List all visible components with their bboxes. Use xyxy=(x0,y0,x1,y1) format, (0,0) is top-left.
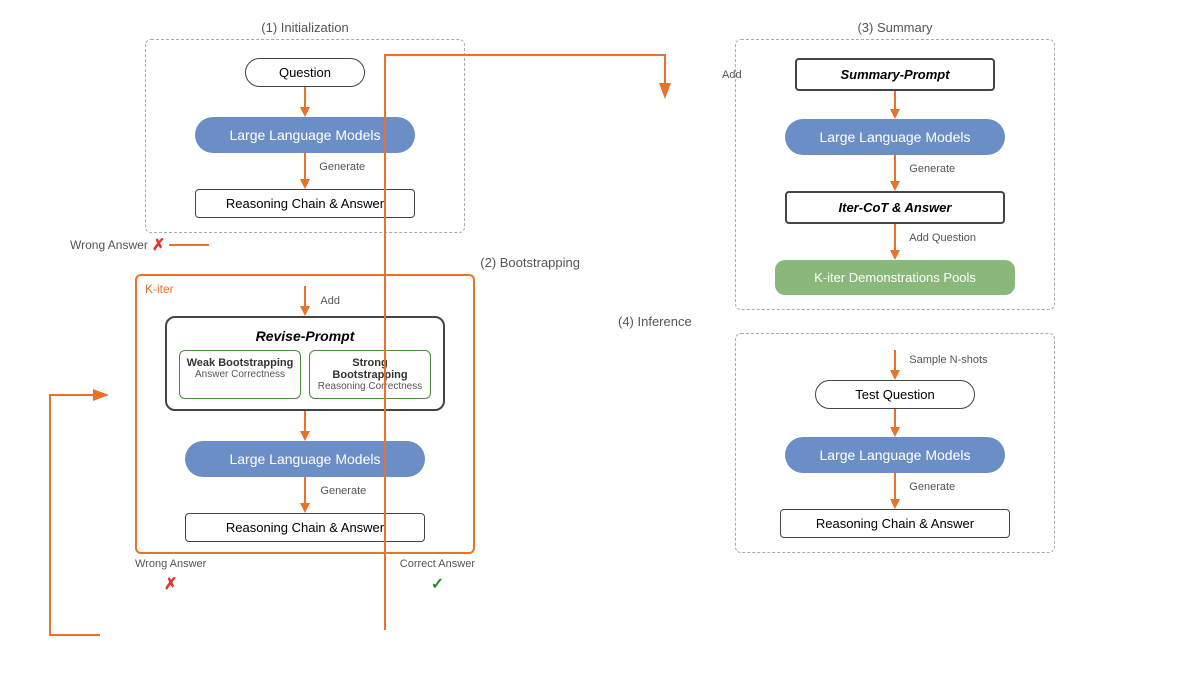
section4-label: (4) Inference xyxy=(618,314,692,329)
wrong-answer-label-2: Wrong Answer xyxy=(135,558,206,570)
revise-prompt-node: Revise-Prompt Weak Bootstrapping Answer … xyxy=(165,316,445,411)
section2-label: (2) Bootstrapping xyxy=(480,255,580,270)
output-node-2: Reasoning Chain & Answer xyxy=(185,513,425,542)
llm-node-2: Large Language Models xyxy=(185,441,425,477)
add-question-label: Add Question xyxy=(909,232,976,244)
add-label-2: Add xyxy=(320,295,340,307)
output-node-4: Reasoning Chain & Answer xyxy=(780,509,1010,538)
add-label-3: Add xyxy=(722,69,742,81)
question-node: Question xyxy=(245,58,365,87)
generate-label-2: Generate xyxy=(320,485,366,497)
weak-bootstrapping-node: Weak Bootstrapping Answer Correctness xyxy=(179,350,301,399)
test-question-node: Test Question xyxy=(815,380,975,409)
llm-node-4: Large Language Models xyxy=(785,437,1005,473)
correct-answer-label: Correct Answer xyxy=(400,558,475,570)
generate-label-4: Generate xyxy=(909,481,955,493)
llm-node-3: Large Language Models xyxy=(785,119,1005,155)
iter-cot-node: Iter-CoT & Answer xyxy=(785,191,1005,224)
output-node-1: Reasoning Chain & Answer xyxy=(195,189,415,218)
summary-prompt-node: Summary-Prompt xyxy=(795,58,995,91)
generate-label-3: Generate xyxy=(909,163,955,175)
wrong-answer-label-1: Wrong Answer xyxy=(70,238,148,252)
section3-label: (3) Summary xyxy=(857,20,932,35)
llm-node-1: Large Language Models xyxy=(195,117,415,153)
section1-label: (1) Initialization xyxy=(261,20,348,35)
demo-pool-node: K-iter Demonstrations Pools xyxy=(775,260,1015,295)
strong-bootstrapping-node: Strong Bootstrapping Reasoning Correctne… xyxy=(309,350,431,399)
sample-label: Sample N-shots xyxy=(909,354,987,366)
generate-label-1: Generate xyxy=(319,161,365,173)
